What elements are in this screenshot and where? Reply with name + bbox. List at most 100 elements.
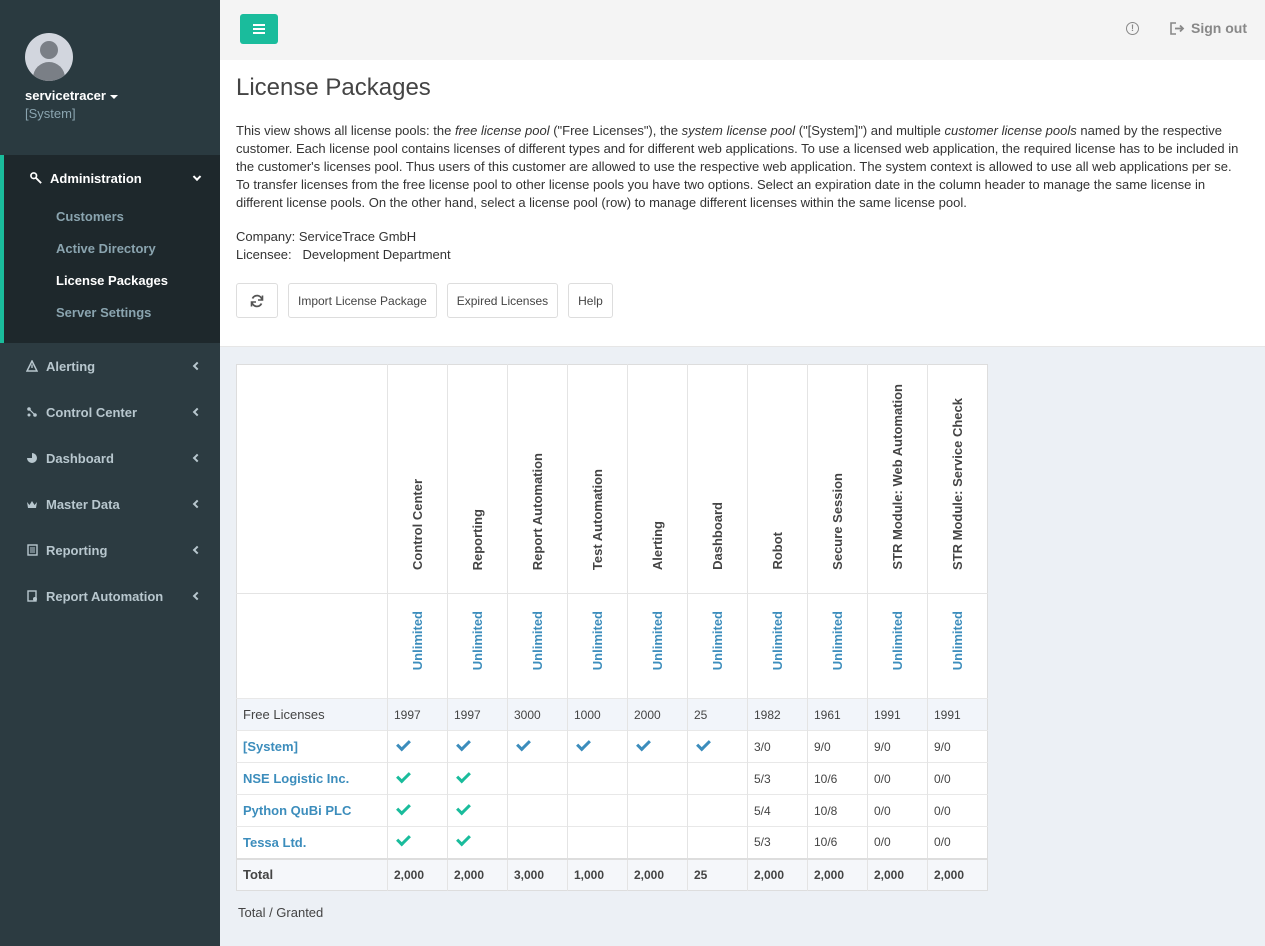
- table-row[interactable]: Tessa Ltd. 5/3 10/6 0/0 0/0: [236, 826, 988, 859]
- sidebar-item-dashboard[interactable]: Dashboard: [0, 435, 220, 481]
- avatar: [25, 33, 73, 81]
- checkmark-icon: [456, 831, 471, 847]
- column-header: Report Automation: [507, 364, 568, 594]
- refresh-icon: [250, 294, 264, 307]
- column-header: Control Center: [387, 364, 448, 594]
- expiry-link[interactable]: Unlimited: [830, 611, 845, 670]
- column-header: Reporting: [447, 364, 508, 594]
- usage-ratio: 5/4: [754, 803, 771, 818]
- column-header: Alerting: [627, 364, 688, 594]
- refresh-button[interactable]: [236, 283, 278, 318]
- sidebar-item-alerting[interactable]: Alerting: [0, 343, 220, 389]
- content-header: License Packages This view shows all lic…: [220, 60, 1265, 347]
- list-icon: [25, 544, 39, 556]
- toolbar: Import License Package Expired Licenses …: [236, 283, 613, 318]
- user-context: [System]: [25, 106, 76, 121]
- row-name-link[interactable]: [System]: [236, 730, 388, 763]
- row-name-link[interactable]: Python QuBi PLC: [236, 794, 388, 827]
- sidebar: servicetracer [System] Administration Cu…: [0, 0, 220, 946]
- usage-ratio: 0/0: [874, 835, 891, 850]
- document-gear-icon: [25, 590, 39, 602]
- expiry-link[interactable]: Unlimited: [470, 611, 485, 670]
- sidebar-item-label: Report Automation: [46, 588, 164, 604]
- row-name-link[interactable]: Tessa Ltd.: [236, 826, 388, 859]
- sidebar-toggle-button[interactable]: [240, 14, 278, 44]
- sidebar-subitem-license-packages[interactable]: License Packages: [4, 265, 220, 297]
- sidebar-item-administration[interactable]: Administration: [4, 155, 220, 201]
- chevron-left-icon: [192, 361, 202, 371]
- usage-ratio: 10/8: [814, 803, 838, 818]
- chevron-left-icon: [192, 453, 202, 463]
- sidebar-subitem-server-settings[interactable]: Server Settings: [4, 297, 220, 329]
- sign-out-label: Sign out: [1191, 20, 1247, 36]
- sidebar-item-control-center[interactable]: Control Center: [0, 389, 220, 435]
- usage-ratio: 10/6: [814, 835, 838, 850]
- checkmark-icon: [636, 736, 651, 751]
- company-line: Company: ServiceTrace GmbH: [236, 229, 417, 244]
- sidebar-subitem-active-directory[interactable]: Active Directory: [4, 233, 220, 265]
- warning-icon: [25, 360, 39, 372]
- checkmark-icon: [516, 736, 531, 751]
- column-header: Robot: [747, 364, 808, 594]
- hamburger-icon: [253, 24, 265, 26]
- help-button[interactable]: Help: [568, 283, 613, 318]
- administration-submenu: Customers Active Directory License Packa…: [4, 201, 220, 329]
- expiry-link[interactable]: Unlimited: [410, 611, 425, 670]
- expiry-link[interactable]: Unlimited: [950, 611, 965, 670]
- expiry-link[interactable]: Unlimited: [710, 611, 725, 670]
- expiry-link[interactable]: Unlimited: [890, 611, 905, 670]
- chevron-left-icon: [192, 499, 202, 509]
- sign-out-icon: [1170, 21, 1185, 35]
- table-row[interactable]: Python QuBi PLC 5/4 10/8 0/0 0/0: [236, 794, 988, 827]
- usage-ratio: 5/3: [754, 771, 771, 786]
- usage-ratio: 0/0: [934, 771, 951, 786]
- licensee-line: Licensee: Development Department: [236, 247, 451, 262]
- wrench-icon: [29, 171, 43, 185]
- info-icon[interactable]: !: [1126, 22, 1139, 35]
- sidebar-subitem-customers[interactable]: Customers: [4, 201, 220, 233]
- checkmark-icon: [456, 800, 471, 815]
- crown-icon: [25, 498, 39, 510]
- administration-menu: Administration Customers Active Director…: [0, 155, 220, 343]
- sidebar-item-master-data[interactable]: Master Data: [0, 481, 220, 527]
- user-panel: servicetracer [System]: [0, 0, 220, 155]
- sidebar-item-report-automation[interactable]: Report Automation: [0, 573, 220, 619]
- sidebar-item-label: Control Center: [46, 404, 137, 420]
- usage-ratio: 9/0: [934, 739, 951, 754]
- usage-ratio: 0/0: [934, 835, 951, 850]
- sitemap-icon: [25, 406, 39, 418]
- caret-down-icon: [109, 94, 118, 99]
- table-row[interactable]: NSE Logistic Inc. 5/3 10/6 0/0 0/0: [236, 762, 988, 795]
- column-header: Dashboard: [687, 364, 748, 594]
- pie-chart-icon: [25, 452, 39, 464]
- usage-ratio: 3/0: [754, 739, 771, 754]
- checkmark-icon: [456, 736, 471, 751]
- usage-ratio: 9/0: [874, 739, 891, 754]
- sign-out-button[interactable]: Sign out: [1170, 20, 1247, 36]
- import-license-package-button[interactable]: Import License Package: [288, 283, 437, 318]
- expiry-link[interactable]: Unlimited: [530, 611, 545, 670]
- column-header: Test Automation: [567, 364, 628, 594]
- chevron-down-icon: [192, 172, 202, 182]
- row-name-link[interactable]: NSE Logistic Inc.: [236, 762, 388, 795]
- usage-ratio: 0/0: [934, 803, 951, 818]
- expiry-link[interactable]: Unlimited: [770, 611, 785, 670]
- row-name: Free Licenses: [236, 698, 388, 731]
- sidebar-item-label: Administration: [50, 170, 142, 186]
- expiry-link[interactable]: Unlimited: [590, 611, 605, 670]
- checkmark-icon: [576, 736, 591, 751]
- total-row: Total 2,000 2,000 3,000 1,000 2,000 25 2…: [236, 857, 988, 891]
- chevron-left-icon: [192, 407, 202, 417]
- sidebar-item-label: Alerting: [46, 358, 96, 374]
- checkmark-icon: [456, 768, 471, 783]
- row-name: Total: [236, 857, 388, 891]
- sidebar-item-label: Dashboard: [46, 450, 114, 466]
- expired-licenses-button[interactable]: Expired Licenses: [446, 283, 559, 318]
- table-row[interactable]: [System] 3/0 9/0 9/0 9/0: [236, 730, 988, 763]
- license-meta: Company: ServiceTrace GmbH Licensee: Dev…: [236, 228, 451, 264]
- user-menu[interactable]: servicetracer: [25, 88, 118, 103]
- sidebar-item-reporting[interactable]: Reporting: [0, 527, 220, 573]
- expiry-link[interactable]: Unlimited: [650, 611, 665, 670]
- chevron-left-icon: [192, 545, 202, 555]
- checkmark-icon: [396, 800, 411, 815]
